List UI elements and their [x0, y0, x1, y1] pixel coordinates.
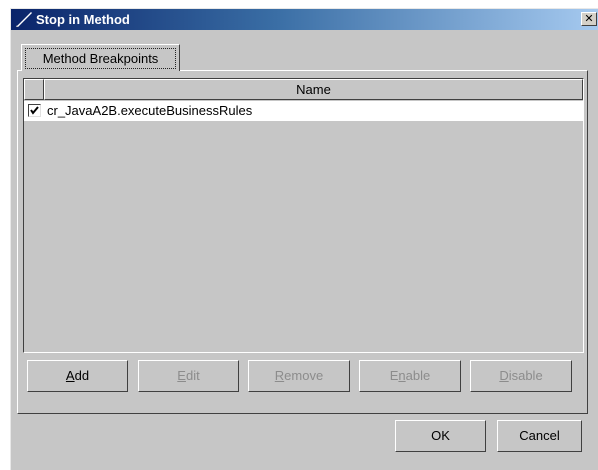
row-checkbox[interactable]: [28, 104, 41, 117]
title-bar[interactable]: Stop in Method ✕: [11, 9, 598, 30]
tab-method-breakpoints[interactable]: Method Breakpoints: [21, 44, 180, 71]
disable-label: isable: [508, 368, 543, 383]
close-button[interactable]: ✕: [581, 12, 597, 26]
close-icon: ✕: [584, 13, 594, 25]
ok-button[interactable]: OK: [395, 420, 486, 452]
add-mnemonic: A: [65, 368, 75, 383]
table-row[interactable]: cr_JavaA2B.executeBusinessRules: [24, 101, 583, 121]
enable-mnemonic: n: [398, 368, 406, 383]
edit-button[interactable]: Edit: [138, 360, 239, 392]
disable-mnemonic: D: [499, 368, 509, 383]
app-icon: [16, 12, 32, 27]
add-label: dd: [74, 368, 90, 383]
disable-button[interactable]: Disable: [470, 360, 572, 392]
edit-mnemonic: E: [177, 368, 186, 383]
breakpoints-table[interactable]: Name cr_JavaA2B.executeBusinessRules: [23, 78, 584, 353]
column-header-enabled[interactable]: [24, 79, 44, 100]
add-button[interactable]: Add: [27, 360, 128, 392]
column-header-name[interactable]: Name: [44, 79, 583, 100]
window-title: Stop in Method: [36, 12, 130, 27]
tab-label: Method Breakpoints: [25, 48, 176, 69]
remove-label: emove: [284, 368, 324, 383]
checkmark-icon: [30, 106, 39, 115]
enable-button[interactable]: Enable: [359, 360, 461, 392]
method-name-cell: cr_JavaA2B.executeBusinessRules: [47, 103, 253, 118]
remove-button[interactable]: Remove: [248, 360, 350, 392]
cancel-button[interactable]: Cancel: [497, 420, 582, 452]
edit-label: dit: [185, 368, 200, 383]
remove-mnemonic: R: [274, 368, 285, 383]
enable-label: able: [405, 368, 431, 383]
